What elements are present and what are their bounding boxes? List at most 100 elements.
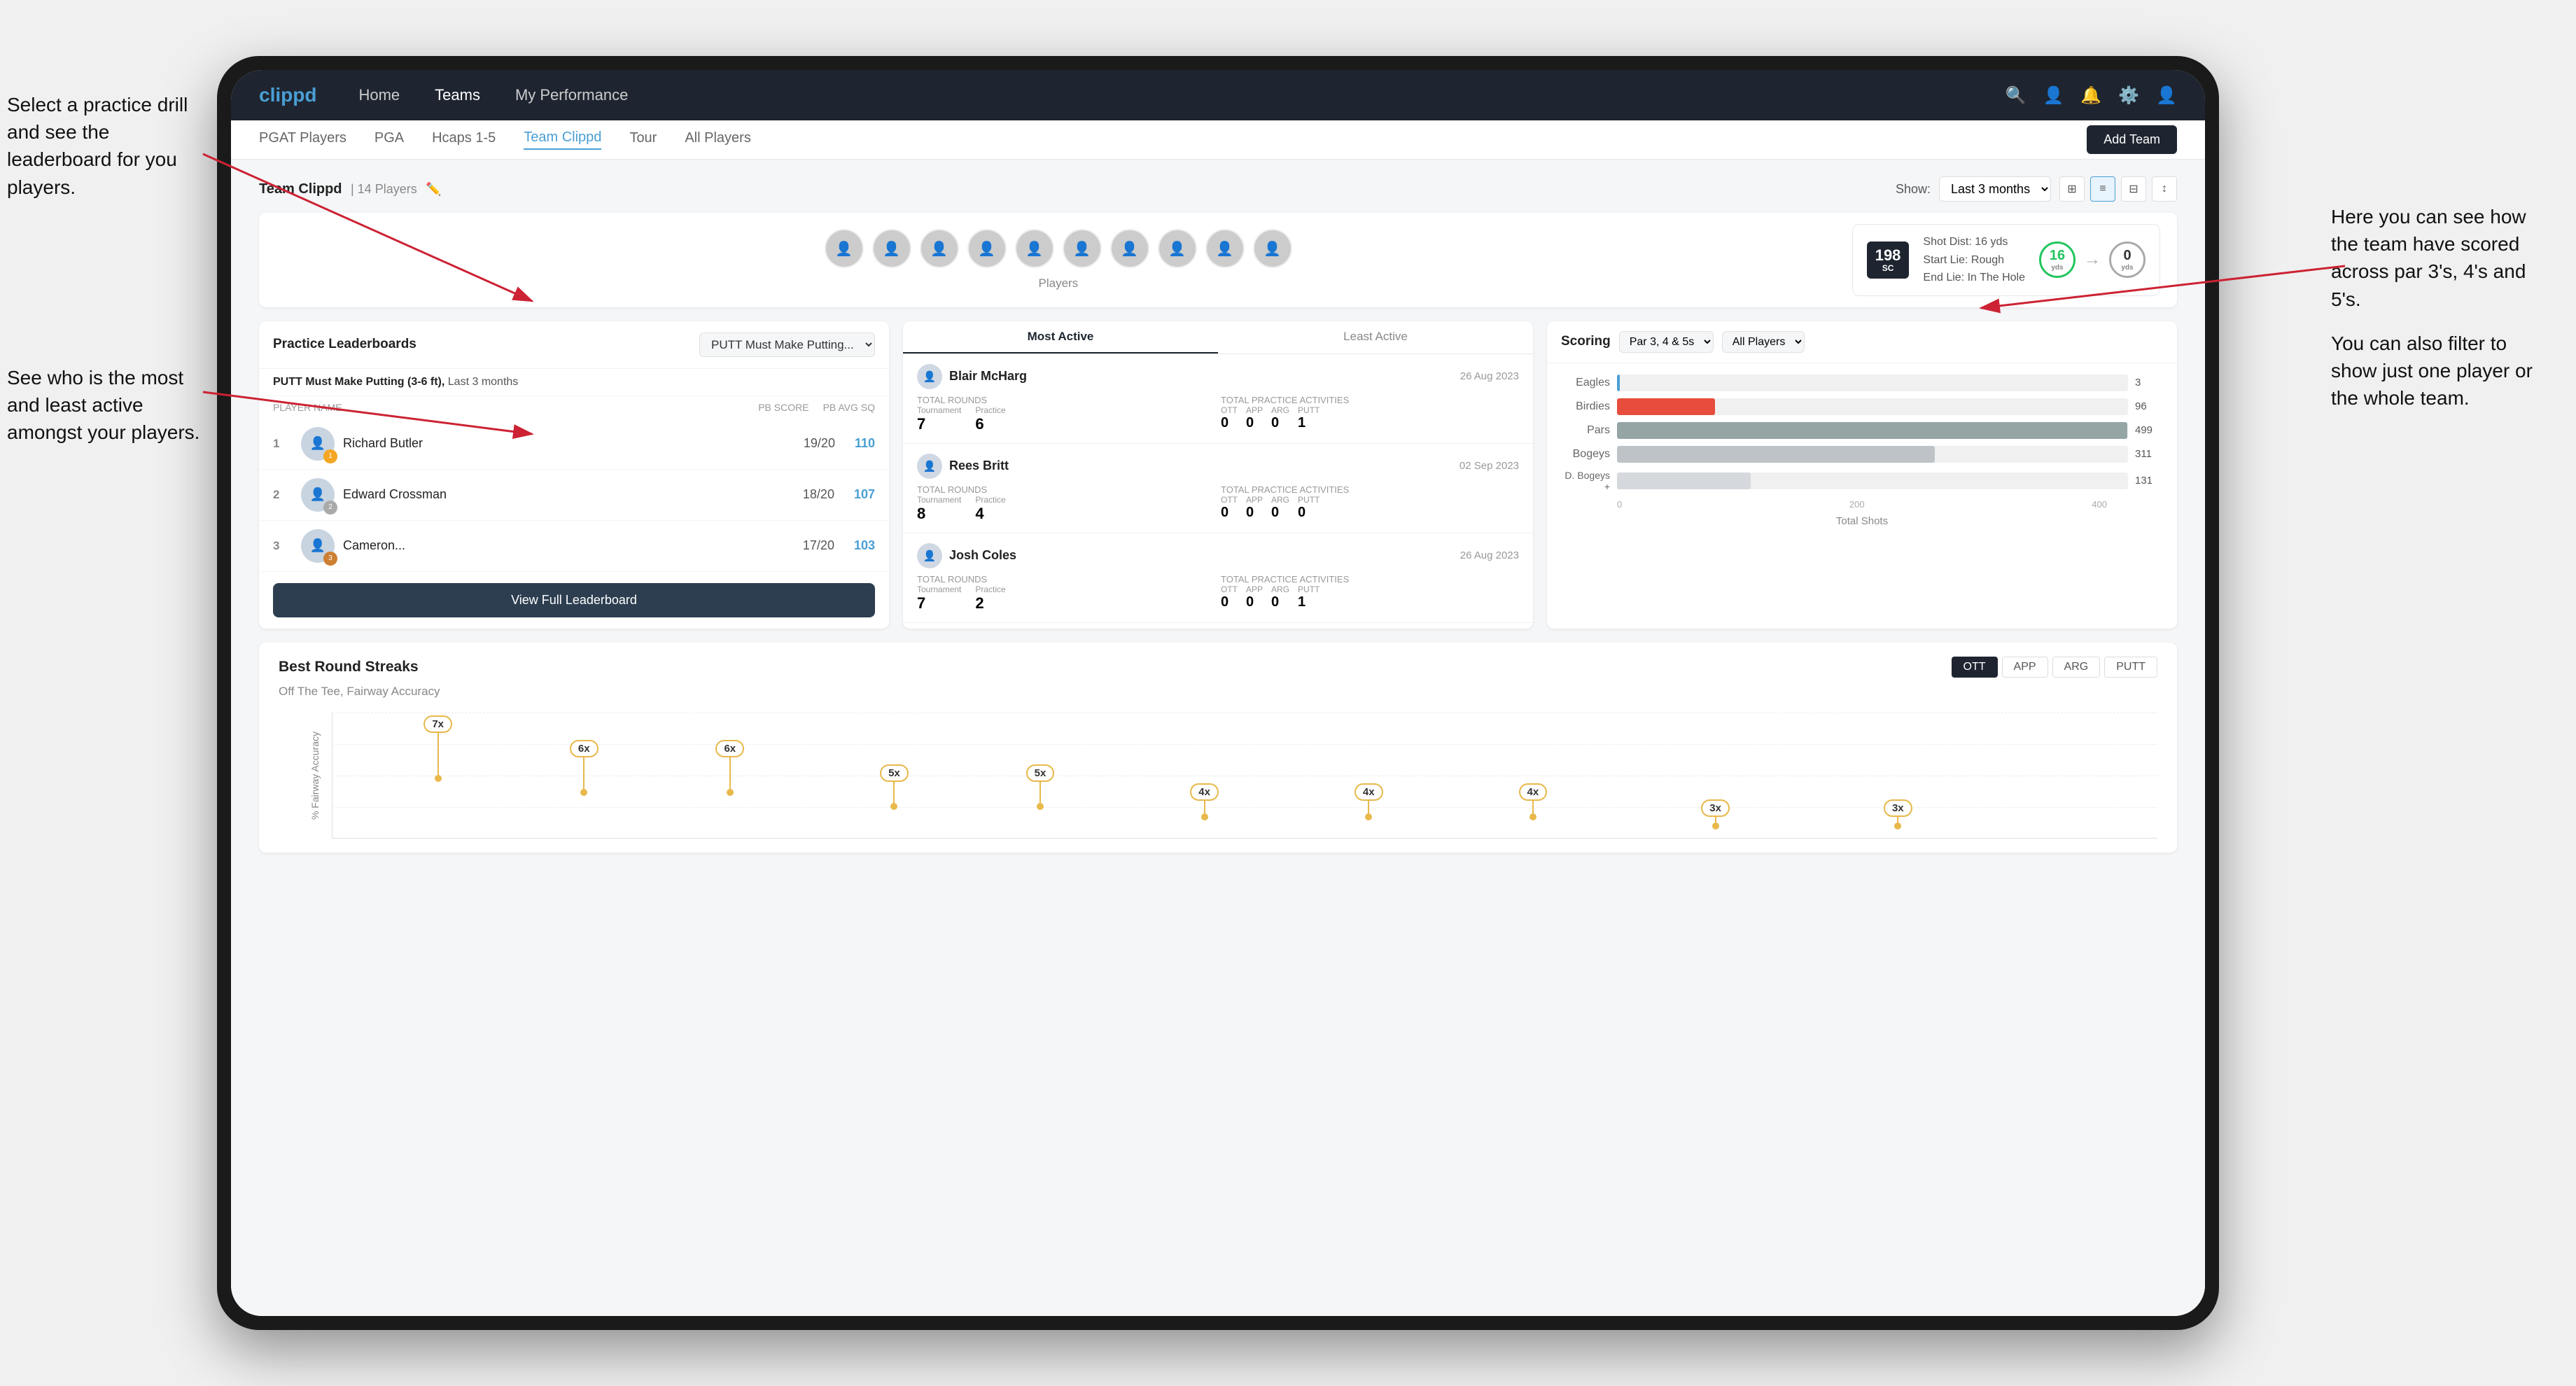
search-icon[interactable]: 🔍 <box>2005 85 2026 106</box>
lb-avg-3: 103 <box>854 538 875 553</box>
activity-date-3: 26 Aug 2023 <box>1460 550 1519 561</box>
lb-name-3: Cameron... <box>343 538 794 553</box>
sub-nav-team-clippd[interactable]: Team Clippd <box>524 130 601 150</box>
streak-pin-4x-2[interactable]: 4x <box>1354 783 1383 820</box>
streaks-chart: 7x 6x 6x <box>332 713 2157 839</box>
user-avatar-icon[interactable]: 👤 <box>2156 85 2177 106</box>
active-players-card: Most Active Least Active 👤 Blair McHarg … <box>903 321 1533 629</box>
show-period-select[interactable]: Last 3 months Last 6 months Last year <box>1939 176 2051 202</box>
streaks-chart-wrapper: % Fairway Accuracy <box>279 713 2157 839</box>
streak-pin-7x-1[interactable]: 7x <box>424 715 452 782</box>
sub-nav-tour[interactable]: Tour <box>629 130 657 149</box>
sub-nav-pgat[interactable]: PGAT Players <box>259 130 346 149</box>
lb-score-1: 19/20 <box>804 436 835 451</box>
sub-nav-all-players[interactable]: All Players <box>685 130 750 149</box>
lb-row-2[interactable]: 2 👤 2 Edward Crossman 18/20 107 <box>259 470 889 521</box>
lb-avatar-3: 👤 3 <box>301 529 335 563</box>
streaks-subtitle: Off The Tee, Fairway Accuracy <box>279 685 2157 699</box>
lb-row-1[interactable]: 1 👤 1 Richard Butler 19/20 110 <box>259 419 889 470</box>
streaks-title: Best Round Streaks <box>279 659 419 676</box>
three-col-layout: Practice Leaderboards PUTT Must Make Put… <box>259 321 2177 629</box>
ipad-frame: clippd Home Teams My Performance 🔍 👤 🔔 ⚙… <box>217 56 2219 1330</box>
bell-icon[interactable]: 🔔 <box>2080 85 2101 106</box>
streaks-header: Best Round Streaks OTT APP ARG PUTT <box>279 657 2157 678</box>
nav-home[interactable]: Home <box>358 86 400 104</box>
pin-line-9 <box>1715 817 1716 822</box>
eagles-bar-row: Eagles 3 <box>1561 374 2163 391</box>
lb-avatar-1: 👤 1 <box>301 427 335 461</box>
logo: clippd <box>259 84 316 106</box>
streaks-tab-arg[interactable]: ARG <box>2052 657 2101 678</box>
bronze-badge: 3 <box>323 552 337 566</box>
activity-avatar-1: 👤 <box>917 364 942 389</box>
streak-pin-3x-2[interactable]: 3x <box>1884 799 1912 830</box>
streak-pin-6x-1[interactable]: 6x <box>570 740 598 796</box>
compact-view-btn[interactable]: ⊟ <box>2121 176 2146 202</box>
settings-icon[interactable]: ⚙️ <box>2118 85 2139 106</box>
streak-pin-3x-1[interactable]: 3x <box>1701 799 1730 830</box>
player-avatar-9[interactable]: 👤 <box>1205 229 1245 268</box>
practice-activities-group-3: Total Practice Activities OTT0 APP0 ARG0… <box>1221 574 1519 612</box>
birdies-bar-row: Birdies 96 <box>1561 398 2163 415</box>
dbogeys-bar-row: D. Bogeys + 131 <box>1561 470 2163 492</box>
player-avatar-2[interactable]: 👤 <box>872 229 911 268</box>
sub-nav-pga[interactable]: PGA <box>374 130 404 149</box>
player-avatar-8[interactable]: 👤 <box>1158 229 1197 268</box>
add-team-button[interactable]: Add Team <box>2087 125 2177 154</box>
least-active-tab[interactable]: Least Active <box>1218 321 1533 354</box>
grid-view-btn[interactable]: ⊞ <box>2059 176 2085 202</box>
player-avatar-3[interactable]: 👤 <box>920 229 959 268</box>
player-avatar-6[interactable]: 👤 <box>1063 229 1102 268</box>
streak-pin-4x-3[interactable]: 4x <box>1519 783 1548 820</box>
pin-dot-6 <box>1201 813 1208 820</box>
player-avatar-10[interactable]: 👤 <box>1253 229 1292 268</box>
nav-teams[interactable]: Teams <box>435 86 480 104</box>
drill-select[interactable]: PUTT Must Make Putting... <box>699 332 875 357</box>
player-filter-select[interactable]: All Players <box>1722 331 1805 353</box>
lb-rank-1: 1 <box>273 437 293 451</box>
pin-line-7 <box>1368 801 1369 813</box>
activity-name-3: Josh Coles <box>949 548 1453 563</box>
scoring-header: Scoring Par 3, 4 & 5s Par 3s only Par 4s… <box>1547 321 2177 363</box>
sort-view-btn[interactable]: ↕ <box>2152 176 2177 202</box>
streak-pin-5x-1[interactable]: 5x <box>880 764 909 810</box>
nav-my-performance[interactable]: My Performance <box>515 86 628 104</box>
list-view-btn[interactable]: ≡ <box>2090 176 2115 202</box>
nav-icons: 🔍 👤 🔔 ⚙️ 👤 <box>2005 85 2177 106</box>
view-full-leaderboard-button[interactable]: View Full Leaderboard <box>273 583 875 617</box>
annotation-top-left: Select a practice drill and see the lead… <box>7 91 203 201</box>
streak-pin-4x-1[interactable]: 4x <box>1190 783 1219 820</box>
chart-area: 7x 6x 6x <box>332 713 2157 839</box>
lb-score-2: 18/20 <box>803 487 834 502</box>
people-icon[interactable]: 👤 <box>2043 85 2064 106</box>
streaks-tab-ott[interactable]: OTT <box>1952 657 1998 678</box>
annotation-top-right: Here you can see how the team have score… <box>2331 203 2555 412</box>
activity-row-2: 👤 Rees Britt 02 Sep 2023 Total Rounds To… <box>903 444 1533 533</box>
player-avatar-7[interactable]: 👤 <box>1110 229 1149 268</box>
shot-details: Shot Dist: 16 yds Start Lie: Rough End L… <box>1923 233 2025 287</box>
active-tabs: Most Active Least Active <box>903 321 1533 354</box>
chart-x-label: Total Shots <box>1561 515 2163 527</box>
bogeys-bar-fill <box>1617 446 1935 463</box>
sub-nav-hcaps[interactable]: Hcaps 1-5 <box>432 130 496 149</box>
activity-stats-2: Total Rounds Tournament8 Practice4 Total… <box>917 484 1519 523</box>
lb-score-3: 17/20 <box>803 538 834 553</box>
pars-bar-track <box>1617 422 2128 439</box>
total-rounds-group-3: Total Rounds Tournament7 Practice2 <box>917 574 1215 612</box>
shot-info-card: 198 SC Shot Dist: 16 yds Start Lie: Roug… <box>1852 224 2160 296</box>
streaks-tab-app[interactable]: APP <box>2002 657 2048 678</box>
lb-column-headers: PLAYER NAME PB SCORE PB AVG SQ <box>259 396 889 419</box>
most-active-tab[interactable]: Most Active <box>903 321 1218 354</box>
player-avatar-5[interactable]: 👤 <box>1015 229 1054 268</box>
eagles-bar-track <box>1617 374 2128 391</box>
pin-line-5 <box>1040 782 1041 803</box>
streak-pin-5x-2[interactable]: 5x <box>1026 764 1055 810</box>
streaks-tab-putt[interactable]: PUTT <box>2104 657 2157 678</box>
par-filter-select[interactable]: Par 3, 4 & 5s Par 3s only Par 4s only Pa… <box>1619 331 1714 353</box>
activity-header-3: 👤 Josh Coles 26 Aug 2023 <box>917 543 1519 568</box>
edit-team-icon[interactable]: ✏️ <box>426 182 441 196</box>
player-avatar-1[interactable]: 👤 <box>825 229 864 268</box>
streak-pin-6x-2[interactable]: 6x <box>715 740 744 796</box>
player-avatar-4[interactable]: 👤 <box>967 229 1007 268</box>
lb-row-3[interactable]: 3 👤 3 Cameron... 17/20 103 <box>259 521 889 572</box>
